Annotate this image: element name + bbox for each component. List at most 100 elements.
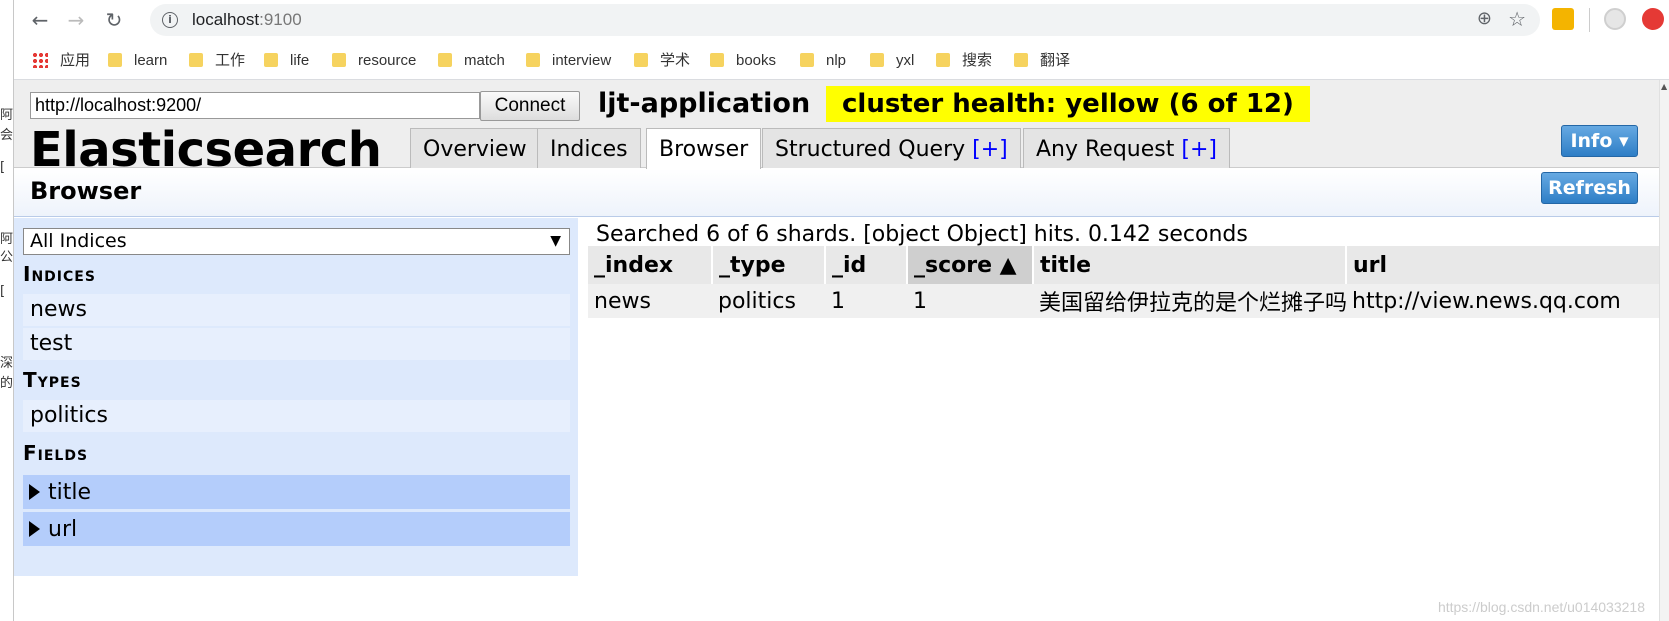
folder-icon — [800, 53, 814, 67]
folder-icon — [936, 53, 950, 67]
page-scrollbar[interactable]: ▲ — [1659, 80, 1669, 621]
field-item-title[interactable]: title — [23, 475, 570, 509]
back-arrow-icon[interactable]: ← — [26, 6, 54, 34]
profile-avatar[interactable] — [1604, 8, 1626, 30]
folder-icon — [1014, 53, 1028, 67]
table-header-row: _index _type _id _score ▲ title url — [588, 246, 1659, 284]
folder-icon — [108, 53, 122, 67]
tab-label: Any Request — [1036, 137, 1182, 162]
reload-icon[interactable]: ↻ — [100, 6, 128, 34]
cluster-name: ljt-application — [598, 88, 811, 119]
app-header: http://localhost:9200/ Connect ljt-appli… — [14, 80, 1659, 178]
filter-sidebar: All Indices ▼ Indices news test Types pol… — [14, 218, 578, 576]
zoom-icon[interactable]: ⊕ — [1477, 8, 1492, 29]
field-label: url — [48, 517, 78, 542]
results-table: _index _type _id _score ▲ title url news… — [588, 246, 1659, 318]
tab-overview[interactable]: Overview — [410, 128, 540, 168]
url-port: :9100 — [259, 10, 302, 29]
bookmark-label: 应用 — [60, 52, 91, 69]
info-menu-button[interactable]: Info ▾ — [1561, 125, 1638, 157]
address-bar[interactable]: i localhost:9100 ⊕ ☆ — [150, 4, 1540, 36]
column-header-score[interactable]: _score ▲ — [907, 246, 1034, 284]
types-heading: Types — [23, 368, 82, 392]
results-panel: Searched 6 of 6 shards. [object Object] … — [588, 218, 1659, 338]
bg-glyph: 会 — [0, 128, 14, 143]
search-summary: Searched 6 of 6 shards. [object Object] … — [596, 222, 1248, 247]
column-header-title[interactable]: title — [1033, 246, 1347, 284]
fields-heading: Fields — [23, 441, 89, 465]
index-filter-item[interactable]: test — [23, 328, 570, 360]
bookmark-apps[interactable]: 应用 — [32, 50, 90, 72]
index-filter-item[interactable]: news — [23, 294, 570, 326]
refresh-button[interactable]: Refresh — [1541, 172, 1638, 204]
bookmark-label: learn — [134, 52, 168, 69]
bookmark-folder[interactable]: interview — [526, 50, 611, 72]
bookmark-label: 翻译 — [1040, 52, 1071, 69]
folder-icon — [870, 53, 884, 67]
bg-glyph: 深 — [0, 356, 14, 371]
index-select[interactable]: All Indices ▼ — [23, 228, 570, 255]
extension-icon[interactable] — [1552, 8, 1574, 30]
tab-any-request[interactable]: Any Request [+] — [1023, 128, 1230, 168]
column-header-url[interactable]: url — [1346, 246, 1659, 284]
bookmark-folder[interactable]: learn — [108, 50, 167, 72]
bookmark-folder[interactable]: 学术 — [634, 50, 690, 72]
bg-glyph: 阿 — [0, 232, 14, 247]
folder-icon — [264, 53, 278, 67]
tab-expand[interactable]: [+] — [1181, 137, 1217, 162]
column-header-index[interactable]: _index — [588, 246, 713, 284]
bg-glyph: 公 — [0, 250, 14, 265]
scroll-up-arrow-icon[interactable]: ▲ — [1661, 82, 1667, 91]
bookmark-folder[interactable]: resource — [332, 50, 416, 72]
folder-icon — [189, 53, 203, 67]
address-url: localhost:9100 — [192, 4, 302, 36]
folder-icon — [332, 53, 346, 67]
index-select-value: All Indices — [30, 230, 127, 252]
tab-indices[interactable]: Indices — [537, 128, 641, 168]
bookmark-folder[interactable]: books — [710, 50, 776, 72]
apps-grid-icon — [32, 52, 48, 68]
bookmark-folder[interactable]: life — [264, 50, 309, 72]
column-header-id[interactable]: _id — [825, 246, 908, 284]
bookmark-folder[interactable]: 工作 — [189, 50, 245, 72]
folder-icon — [526, 53, 540, 67]
cell-type: politics — [712, 284, 825, 318]
tab-structured-query[interactable]: Structured Query [+] — [762, 128, 1021, 168]
bookmark-folder[interactable]: 搜索 — [936, 50, 992, 72]
url-host: localhost — [192, 10, 260, 29]
tab-browser[interactable]: Browser — [646, 128, 762, 169]
table-row[interactable]: news politics 1 1 美国留给伊拉克的是个烂摊子吗 http://… — [588, 284, 1659, 318]
type-filter-item[interactable]: politics — [23, 400, 570, 432]
cell-index: news — [588, 284, 712, 318]
cell-score: 1 — [907, 284, 1033, 318]
bookmark-label: yxl — [896, 52, 915, 69]
folder-icon — [634, 53, 648, 67]
bookmark-label: interview — [552, 52, 612, 69]
update-icon[interactable] — [1642, 8, 1664, 30]
column-header-type[interactable]: _type — [712, 246, 826, 284]
connect-button[interactable]: Connect — [480, 91, 580, 121]
folder-icon — [438, 53, 452, 67]
bookmark-label: 学术 — [660, 52, 691, 69]
bg-glyph: [ — [0, 160, 6, 175]
cell-id: 1 — [825, 284, 907, 318]
cluster-url-input[interactable]: http://localhost:9200/ — [30, 92, 480, 119]
bookmarks-bar: 应用 learn 工作 life resource match intervie… — [14, 44, 1669, 78]
bookmark-folder[interactable]: match — [438, 50, 505, 72]
bookmark-label: match — [464, 52, 505, 69]
forward-arrow-icon[interactable]: → — [62, 6, 90, 34]
bookmark-folder[interactable]: 翻译 — [1014, 50, 1070, 72]
bookmark-folder[interactable]: nlp — [800, 50, 846, 72]
field-item-url[interactable]: url — [23, 512, 570, 546]
bookmark-star-icon[interactable]: ☆ — [1508, 7, 1526, 31]
bookmark-folder[interactable]: yxl — [870, 50, 914, 72]
es-head-app: http://localhost:9200/ Connect ljt-appli… — [14, 80, 1659, 621]
dropdown-caret-icon: ▼ — [550, 233, 561, 249]
info-icon[interactable]: i — [162, 12, 178, 28]
tab-expand[interactable]: [+] — [972, 137, 1008, 162]
background-window-edge: 阿 会 [ 阿 公 [ 深 的 — [0, 0, 14, 621]
browser-chrome: ← → ↻ i localhost:9100 ⊕ ☆ 应用 learn 工作 l… — [14, 0, 1669, 80]
indices-heading: Indices — [23, 262, 96, 286]
field-label: title — [48, 480, 92, 505]
tab-label: Indices — [550, 137, 628, 162]
